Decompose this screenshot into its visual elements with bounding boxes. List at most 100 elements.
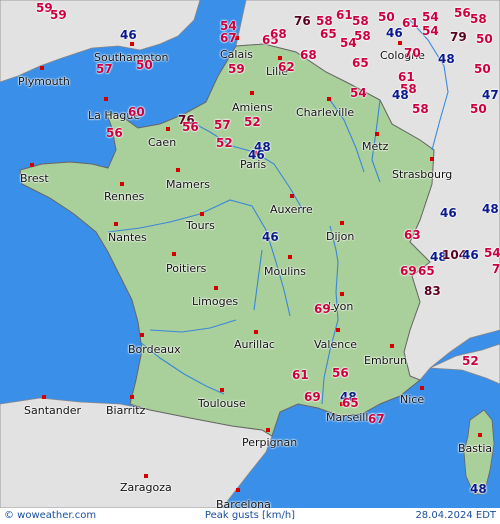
gust-value: 57	[96, 62, 113, 76]
city-marker	[250, 91, 254, 95]
gust-value: 56	[106, 126, 123, 140]
gust-value: 54	[422, 24, 439, 38]
gust-value: 48	[392, 88, 409, 102]
city-marker	[266, 428, 270, 432]
city-label: Moulins	[264, 265, 307, 278]
gust-value: 47	[482, 88, 499, 102]
city-marker	[30, 163, 34, 167]
city-label: Perpignan	[242, 436, 298, 449]
gust-value: 67	[220, 31, 237, 45]
gust-value: 50	[136, 58, 153, 72]
gust-value: 54	[350, 86, 367, 100]
gust-value: 48	[470, 482, 487, 496]
gust-value: 68	[300, 48, 317, 62]
gust-value: 54	[340, 36, 357, 50]
gust-value: 69	[304, 390, 321, 404]
city-label: Caen	[148, 136, 177, 149]
city-marker	[254, 330, 258, 334]
city-marker	[114, 222, 118, 226]
city-label: Brest	[20, 172, 49, 185]
gust-value: 58	[470, 12, 487, 26]
city-label: Amiens	[232, 101, 273, 114]
city-marker	[42, 395, 46, 399]
map-footer: © woweather.com Peak gusts [km/h] 28.04.…	[0, 508, 500, 524]
gust-value: 62	[278, 60, 295, 74]
gust-value: 46	[386, 26, 403, 40]
gust-value: 63	[404, 228, 421, 242]
gust-value: 58	[352, 14, 369, 28]
city-marker	[327, 97, 331, 101]
gust-value: 54	[422, 10, 439, 24]
city-label: Mamers	[166, 178, 210, 191]
city-label: Dijon	[326, 230, 355, 243]
city-label: Poitiers	[166, 262, 207, 275]
gust-value: 46	[262, 230, 279, 244]
city-label: Santander	[24, 404, 81, 417]
city-label: Calais	[220, 48, 254, 61]
gust-value: 67	[368, 412, 385, 426]
gust-value: 48	[482, 202, 499, 216]
gust-value: 56	[182, 120, 199, 134]
city-marker	[478, 433, 482, 437]
gust-value: 61	[292, 368, 309, 382]
gust-value: 52	[244, 115, 261, 129]
city-marker	[340, 221, 344, 225]
gust-value: 70	[404, 46, 421, 60]
gust-value: 50	[470, 102, 487, 116]
map-date: 28.04.2024 EDT	[415, 510, 496, 521]
gust-value: 69	[314, 302, 331, 316]
city-marker	[290, 194, 294, 198]
city-label: Nice	[400, 393, 425, 406]
gust-value: 65	[320, 27, 337, 41]
gust-value: 59	[50, 8, 67, 22]
city-marker	[176, 168, 180, 172]
france-land	[19, 43, 435, 437]
gust-value: 52	[216, 136, 233, 150]
city-label: Limoges	[192, 295, 239, 308]
gust-value: 7	[492, 262, 500, 276]
gust-value: 50	[378, 10, 395, 24]
gust-value: 83	[424, 284, 441, 298]
city-label: Charleville	[296, 106, 355, 119]
gust-value: 76	[294, 14, 311, 28]
city-label: Lyon	[328, 300, 354, 313]
gust-value: 69	[400, 264, 417, 278]
city-label: Auxerre	[270, 203, 313, 216]
city-marker	[288, 255, 292, 259]
city-label: Rennes	[104, 190, 145, 203]
city-marker	[236, 488, 240, 492]
gust-value: 46	[248, 148, 265, 162]
city-marker	[172, 252, 176, 256]
gust-value: 46	[440, 206, 457, 220]
city-label: Plymouth	[18, 75, 70, 88]
city-marker	[140, 333, 144, 337]
city-marker	[130, 395, 134, 399]
city-label: Nantes	[108, 231, 147, 244]
gust-value: 68	[270, 27, 287, 41]
city-marker	[120, 182, 124, 186]
city-label: Zaragoza	[120, 481, 172, 494]
gust-value: 65	[342, 396, 359, 410]
gust-value: 46	[462, 248, 479, 262]
city-marker	[166, 127, 170, 131]
city-marker	[40, 66, 44, 70]
city-label: Strasbourg	[392, 168, 453, 181]
gust-value: 54	[484, 246, 500, 260]
city-marker	[420, 386, 424, 390]
gust-value: 52	[462, 354, 479, 368]
gust-value: 65	[352, 56, 369, 70]
city-label: Bastia	[458, 442, 493, 455]
city-marker	[390, 344, 394, 348]
city-label: Aurillac	[234, 338, 275, 351]
weather-map: Plymouth Southampton Calais Lille Cologne Ami…	[0, 0, 500, 524]
city-marker	[104, 97, 108, 101]
city-marker	[398, 41, 402, 45]
city-marker	[336, 328, 340, 332]
gust-value: 79	[450, 30, 467, 44]
gust-value: 59	[228, 62, 245, 76]
city-label: Metz	[362, 140, 389, 153]
gust-value: 57	[214, 118, 231, 132]
city-marker	[144, 474, 148, 478]
gust-value: 61	[402, 16, 419, 30]
gust-value: 48	[438, 52, 455, 66]
